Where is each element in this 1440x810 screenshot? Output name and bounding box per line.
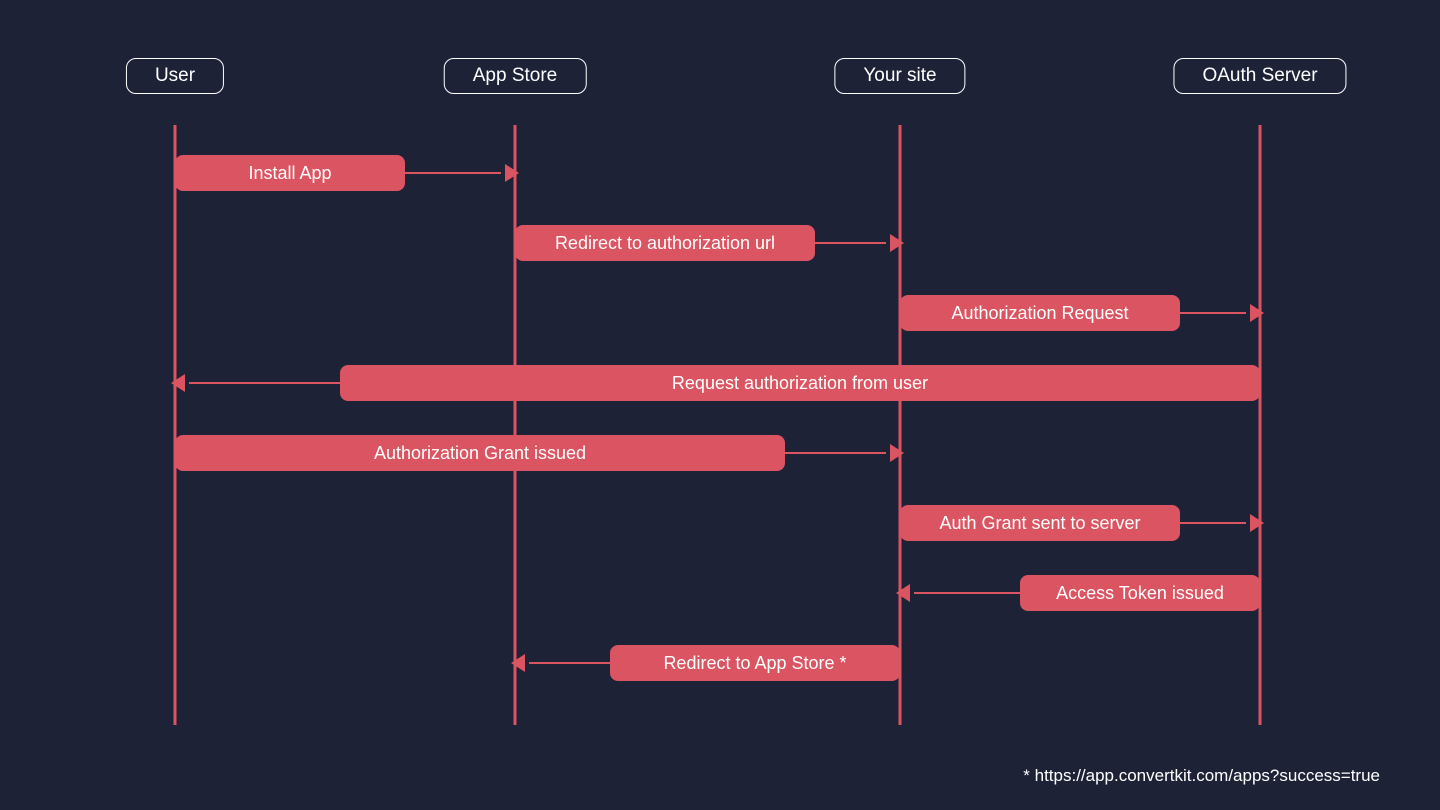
message-label: Install App — [175, 155, 405, 191]
participant-label: App Store — [473, 65, 558, 86]
arrow-right-icon — [505, 164, 519, 182]
lifeline-user — [174, 125, 177, 725]
message-label: Authorization Request — [900, 295, 1180, 331]
lifeline-store — [514, 125, 517, 725]
message-label: Redirect to App Store * — [610, 645, 900, 681]
message-label: Authorization Grant issued — [175, 435, 785, 471]
participant-label: Your site — [863, 65, 936, 86]
participant-oauth: OAuth Server — [1173, 58, 1346, 94]
message-auth_req: Authorization Request — [900, 295, 1260, 331]
arrow-shaft — [405, 172, 501, 174]
message-grant_sent: Auth Grant sent to server — [900, 505, 1260, 541]
participant-store: App Store — [444, 58, 587, 94]
lifeline-oauth — [1259, 125, 1262, 725]
message-redirect_auth: Redirect to authorization url — [515, 225, 900, 261]
message-grant: Authorization Grant issued — [175, 435, 900, 471]
participant-site: Your site — [834, 58, 965, 94]
arrow-left-icon — [896, 584, 910, 602]
sequence-diagram: * https://app.convertkit.com/apps?succes… — [0, 0, 1440, 810]
arrow-shaft — [529, 662, 610, 664]
participant-label: User — [155, 65, 195, 86]
arrow-shaft — [189, 382, 340, 384]
message-label: Auth Grant sent to server — [900, 505, 1180, 541]
arrow-right-icon — [1250, 514, 1264, 532]
message-install: Install App — [175, 155, 515, 191]
arrow-shaft — [815, 242, 886, 244]
arrow-right-icon — [1250, 304, 1264, 322]
message-label: Request authorization from user — [340, 365, 1260, 401]
arrow-shaft — [1180, 522, 1246, 524]
participant-user: User — [126, 58, 224, 94]
arrow-right-icon — [890, 444, 904, 462]
footnote: * https://app.convertkit.com/apps?succes… — [1023, 766, 1380, 786]
arrow-left-icon — [511, 654, 525, 672]
participant-label: OAuth Server — [1202, 65, 1317, 86]
message-token: Access Token issued — [900, 575, 1260, 611]
message-req_user: Request authorization from user — [175, 365, 1260, 401]
arrow-shaft — [785, 452, 886, 454]
message-label: Redirect to authorization url — [515, 225, 815, 261]
lifeline-site — [899, 125, 902, 725]
arrow-left-icon — [171, 374, 185, 392]
arrow-shaft — [914, 592, 1020, 594]
message-redirect_back: Redirect to App Store * — [515, 645, 900, 681]
message-label: Access Token issued — [1020, 575, 1260, 611]
arrow-right-icon — [890, 234, 904, 252]
arrow-shaft — [1180, 312, 1246, 314]
